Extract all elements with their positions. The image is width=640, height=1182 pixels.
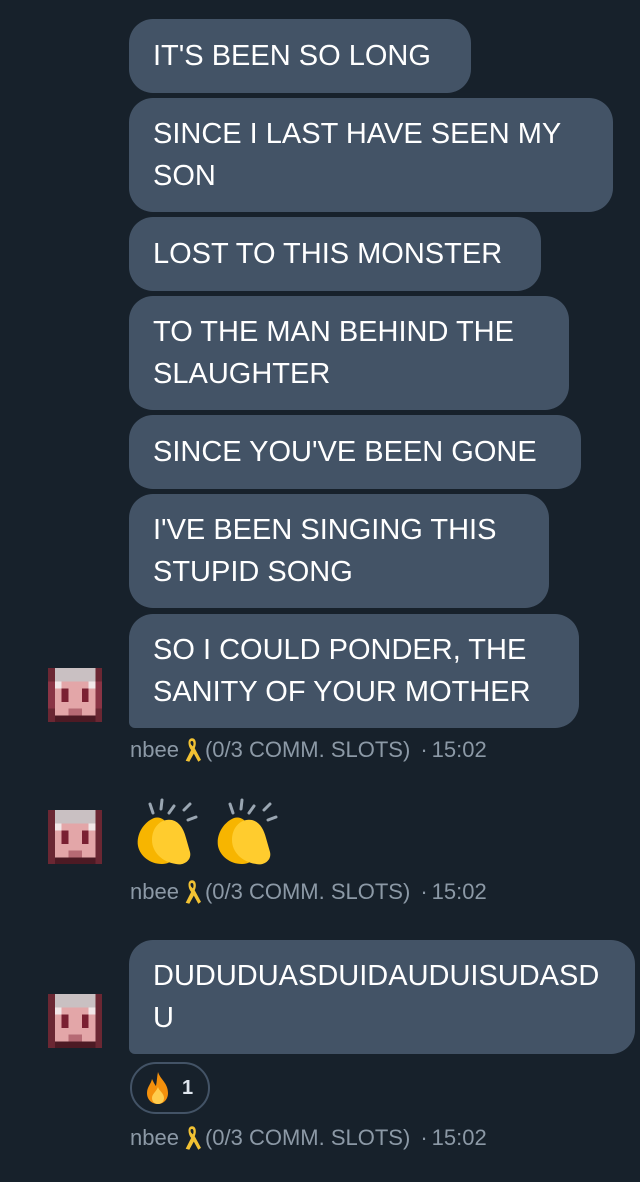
meta-separator: · (420, 737, 428, 762)
message-time: 15:02 (431, 737, 487, 762)
reaction-chip[interactable]: 1 (130, 1062, 210, 1114)
meta-separator: · (420, 1125, 428, 1150)
user-avatar[interactable] (48, 810, 102, 864)
message-bubble[interactable]: SINCE I LAST HAVE SEEN MY SON (129, 98, 613, 212)
message-meta: nbee (0/3 COMM. SLOTS) · 15:02 (130, 736, 487, 764)
message-time: 15:02 (431, 879, 487, 904)
message-text: LOST TO THIS MONSTER (153, 238, 503, 270)
message-bubble[interactable]: DUDUDUASDUIDAUDUISUDASDU (129, 940, 635, 1054)
fire-emoji-icon (147, 1072, 168, 1104)
message-meta: nbee (0/3 COMM. SLOTS) · 15:02 (130, 1124, 487, 1152)
slot-status: (0/3 COMM. SLOTS) (204, 879, 411, 904)
sender-name[interactable]: nbee (130, 737, 179, 763)
message-meta: nbee (0/3 COMM. SLOTS) · 15:02 (130, 878, 487, 906)
clapping-hands-emoji (217, 798, 278, 865)
message-bubble[interactable]: TO THE MAN BEHIND THE SLAUGHTER (129, 296, 569, 410)
sender-name[interactable]: nbee (130, 1125, 179, 1151)
message-bubble[interactable]: SO I COULD PONDER, THE SANITY OF YOUR MO… (129, 614, 579, 728)
yellow-ribbon-icon (185, 738, 201, 762)
message-text: SO I COULD PONDER, THE SANITY OF YOUR MO… (153, 634, 531, 708)
yellow-ribbon-icon (185, 880, 201, 904)
message-bubble[interactable]: LOST TO THIS MONSTER (129, 217, 541, 291)
clapping-hands-emoji (137, 798, 198, 865)
message-text: DUDUDUASDUIDAUDUISUDASDU (153, 960, 600, 1034)
meta-separator: · (420, 879, 428, 904)
reaction-count: 1 (182, 1076, 194, 1099)
user-avatar[interactable] (48, 994, 102, 1048)
user-avatar[interactable] (48, 668, 102, 722)
message-text: IT'S BEEN SO LONG (153, 40, 431, 72)
slot-status: (0/3 COMM. SLOTS) (204, 1125, 411, 1150)
message-text: TO THE MAN BEHIND THE SLAUGHTER (153, 316, 514, 390)
message-text: SINCE I LAST HAVE SEEN MY SON (153, 118, 561, 192)
yellow-ribbon-icon (185, 1126, 201, 1150)
sender-name[interactable]: nbee (130, 879, 179, 905)
message-text: SINCE YOU'VE BEEN GONE (153, 436, 537, 468)
message-bubble[interactable]: I'VE BEEN SINGING THIS STUPID SONG (129, 494, 549, 608)
message-time: 15:02 (431, 1125, 487, 1150)
message-bubble[interactable]: SINCE YOU'VE BEEN GONE (129, 415, 581, 489)
slot-status: (0/3 COMM. SLOTS) (204, 737, 411, 762)
message-bubble[interactable]: IT'S BEEN SO LONG (129, 19, 471, 93)
message-text: I'VE BEEN SINGING THIS STUPID SONG (153, 514, 497, 588)
emoji-message[interactable] (132, 796, 282, 866)
